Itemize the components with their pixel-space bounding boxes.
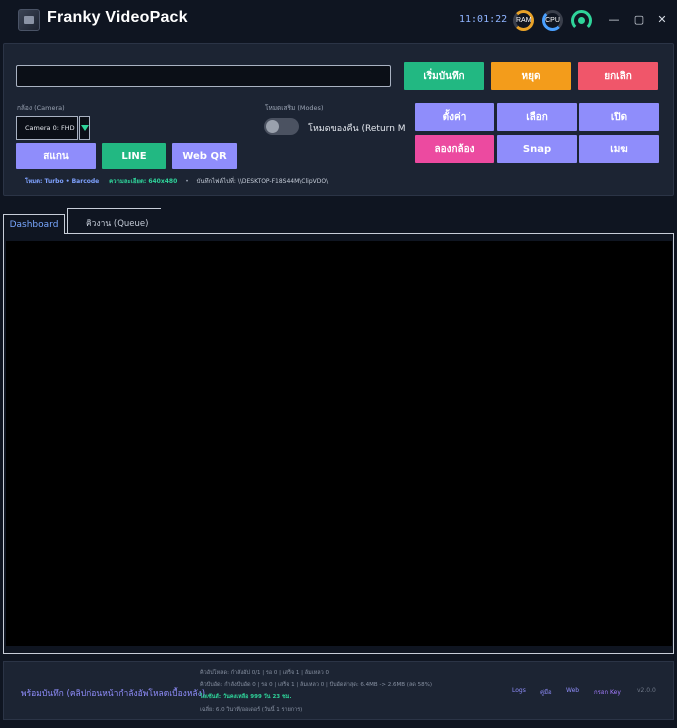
average-time-status: เฉลี่ย: 6.0 วินาที/ออเดอร์ (วันนี้ 1 ราย… <box>200 707 303 713</box>
logs-link[interactable]: Logs <box>512 687 526 694</box>
cpu-gauge-label: CPU <box>545 17 560 24</box>
test-camera-button[interactable]: ลองกล้อง <box>415 135 494 163</box>
ram-gauge-icon: RAM <box>513 10 534 31</box>
url-input[interactable] <box>16 65 391 87</box>
version-label: v2.0.0 <box>637 687 656 694</box>
maximize-button[interactable]: ▢ <box>631 12 647 28</box>
manual-link[interactable]: คู่มือ <box>540 687 552 697</box>
status-line: โหมด: Turbo • Barcode ความละเอียด: 640x4… <box>25 176 328 186</box>
settings-button[interactable]: ตั้งค่า <box>415 103 494 131</box>
select-folder-button[interactable]: เลือก <box>497 103 577 131</box>
compress-queue-status: คิวบีบอัด: กำลังบีบอัด 0 | รอ 0 | เสร็จ … <box>200 682 432 688</box>
license-status: ไลเซ้นส์: วันคงเหลือ 999 วัน 23 ชม. <box>200 694 292 700</box>
ready-status: พร้อมบันทึก (คลิปก่อนหน้ากำลังอัพโหลดเบื… <box>21 689 206 699</box>
tab-dashboard[interactable]: Dashboard <box>3 214 65 234</box>
camera-label: กล้อง (Camera) <box>17 104 65 112</box>
enter-key-link[interactable]: กรอก Key <box>594 687 621 697</box>
app-logo-icon <box>18 9 40 31</box>
close-button[interactable]: ✕ <box>654 12 670 28</box>
start-record-button[interactable]: เริ่มบันทึก <box>404 62 484 90</box>
return-mode-label: โหมดของคืน (Return Moc <box>308 124 405 134</box>
minimize-button[interactable]: — <box>606 12 622 28</box>
tab-queue[interactable]: คิวงาน (Queue) <box>67 208 161 234</box>
sync-status-icon[interactable] <box>571 10 592 31</box>
web-link[interactable]: Web <box>566 687 579 694</box>
camera-select[interactable]: Camera 0: FHD <box>16 116 78 140</box>
web-qr-button[interactable]: Web QR <box>172 143 237 169</box>
cloud-button[interactable]: เมฆ <box>579 135 659 163</box>
return-mode-toggle[interactable] <box>264 118 299 135</box>
open-folder-button[interactable]: เปิด <box>579 103 659 131</box>
cpu-gauge-icon: CPU <box>542 10 563 31</box>
ram-gauge-label: RAM <box>516 17 532 24</box>
chevron-down-icon[interactable] <box>79 116 90 140</box>
stop-button[interactable]: หยุด <box>491 62 571 90</box>
camera-preview <box>6 241 672 646</box>
save-path-status: บันทึกไฟล์ไปที่: \\DESKTOP-F18S44M\ClipV… <box>196 178 329 185</box>
status-separator: • <box>185 178 189 185</box>
app-title: Franky VideoPack <box>47 9 188 26</box>
line-button[interactable]: LINE <box>102 143 166 169</box>
upload-queue-status: คิวอัปโหลด: กำลังอัป 0/1 | รอ 0 | เสร็จ … <box>200 670 329 676</box>
cancel-button[interactable]: ยกเลิก <box>578 62 658 90</box>
scan-button[interactable]: สแกน <box>16 143 96 169</box>
mode-status: โหมด: Turbo • Barcode <box>25 178 100 185</box>
modes-label: โหมดเสริม (Modes) <box>265 104 324 112</box>
resolution-status: ความละเอียด: 640x480 <box>109 178 178 185</box>
snap-button[interactable]: Snap <box>497 135 577 163</box>
clock-display: 11:01:22 <box>459 14 508 25</box>
